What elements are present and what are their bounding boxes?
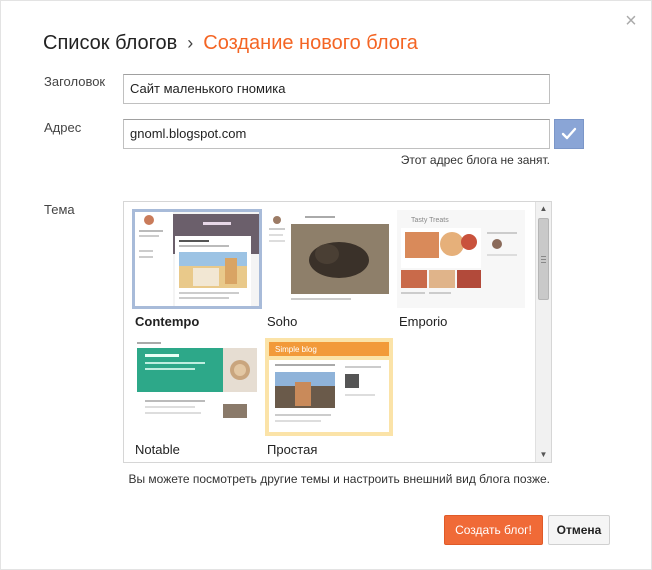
grip-line <box>541 259 546 260</box>
simple-thumb-title: Simple blog <box>275 345 317 354</box>
theme-thumbnail-notable <box>133 338 261 436</box>
create-blog-button[interactable]: Создать блог! <box>444 515 543 545</box>
breadcrumb-separator-icon: › <box>187 33 194 53</box>
theme-name: Soho <box>267 314 298 329</box>
close-icon[interactable]: × <box>621 11 641 31</box>
scrollbar-thumb[interactable] <box>538 218 549 300</box>
theme-name: Notable <box>135 442 180 457</box>
title-input[interactable]: Сайт маленького гномика <box>123 74 550 104</box>
theme-name: Простая <box>267 442 318 457</box>
checkmark-icon <box>561 127 577 140</box>
notable-preview-image <box>133 338 261 436</box>
emporio-thumb-title: Tasty Treats <box>411 217 449 224</box>
theme-scrollbar[interactable]: ▲ ▼ <box>535 202 551 462</box>
theme-name: Emporio <box>399 314 448 329</box>
contempo-preview-image <box>133 210 261 308</box>
soho-preview-image <box>265 210 393 308</box>
scroll-up-arrow-icon[interactable]: ▲ <box>536 202 551 216</box>
page-title: Создание нового блога <box>203 32 418 54</box>
theme-thumbnail-simple: Simple blog <box>265 338 393 436</box>
theme-thumbnail-contempo <box>132 209 262 309</box>
grip-line <box>541 256 546 257</box>
create-blog-dialog: × Список блогов › Создание нового блога За… <box>0 0 652 570</box>
cancel-button[interactable]: Отмена <box>548 515 610 545</box>
title-label: Заголовок <box>44 74 106 89</box>
grip-line <box>541 262 546 263</box>
address-check-button[interactable] <box>554 119 584 149</box>
theme-label: Тема <box>44 202 75 217</box>
address-input[interactable]: gnoml.blogspot.com <box>123 119 550 149</box>
address-availability-status: Этот адрес блога не занят. <box>400 153 550 167</box>
address-label: Адрес <box>44 120 82 135</box>
scroll-down-arrow-icon[interactable]: ▼ <box>536 448 551 462</box>
breadcrumb-blog-list-link[interactable]: Список блогов <box>43 32 177 54</box>
theme-hint-text: Вы можете посмотреть другие темы и настр… <box>128 472 550 486</box>
theme-picker: Contempo Soho Tasty Treats Emporio Notab… <box>123 201 552 463</box>
theme-name: Contempo <box>135 314 200 329</box>
theme-thumbnail-emporio: Tasty Treats <box>397 210 525 308</box>
theme-thumbnail-soho <box>265 210 393 308</box>
emporio-preview-image: Tasty Treats <box>397 210 525 308</box>
breadcrumb: Список блогов › Создание нового блога <box>43 29 418 57</box>
simple-preview-image: Simple blog <box>265 338 393 436</box>
